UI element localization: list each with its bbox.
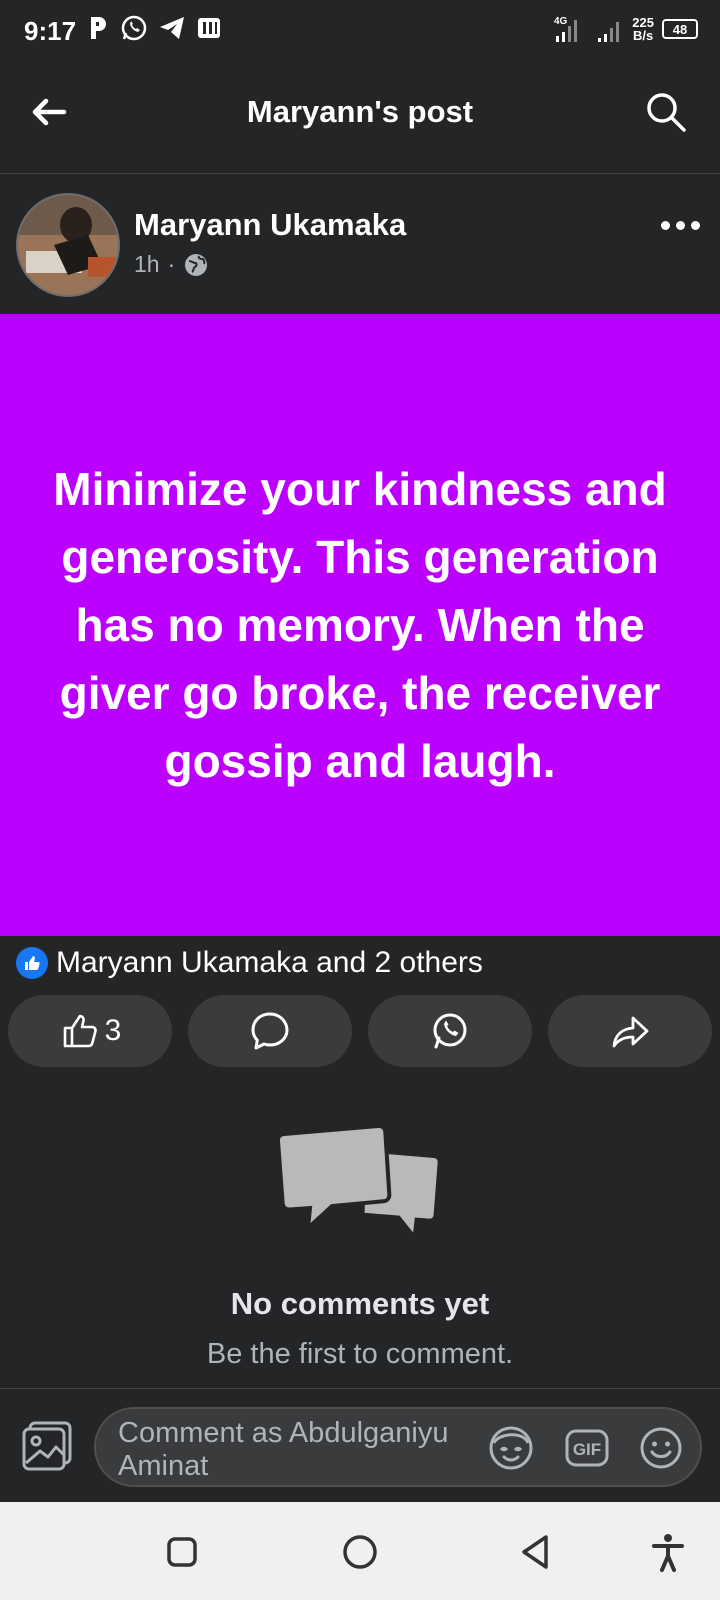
back-nav-icon[interactable] bbox=[514, 1530, 558, 1574]
meta-separator: · bbox=[167, 251, 176, 277]
post-content-card: Minimize your kindness and generosity. T… bbox=[0, 314, 720, 936]
post-actions: 3 bbox=[8, 995, 712, 1067]
system-status-icons: 4G 225 B/s 48 bbox=[554, 14, 698, 44]
search-icon[interactable] bbox=[642, 88, 690, 136]
battery-indicator: 48 bbox=[662, 19, 698, 39]
comment-composer: Comment as Abdulganiyu Aminat GIF bbox=[0, 1388, 720, 1502]
like-reaction-icon bbox=[16, 947, 48, 979]
author-name[interactable]: Maryann Ukamaka bbox=[134, 207, 406, 243]
notification-icons bbox=[88, 14, 222, 42]
reactions-summary[interactable]: Maryann Ukamaka and 2 others bbox=[16, 946, 483, 980]
photo-icon[interactable] bbox=[20, 1417, 76, 1473]
gif-icon[interactable]: GIF bbox=[564, 1428, 610, 1468]
comment-button[interactable] bbox=[188, 995, 352, 1067]
signal-icon bbox=[598, 22, 620, 42]
app-header: Maryann's post bbox=[0, 62, 720, 174]
thumbs-up-icon bbox=[63, 1014, 97, 1048]
composer-icons: GIF bbox=[486, 1423, 684, 1473]
comment-bubble-icon bbox=[251, 1012, 289, 1050]
recent-apps-icon[interactable] bbox=[160, 1530, 204, 1574]
comments-illustration-icon bbox=[275, 1123, 442, 1240]
share-arrow-icon bbox=[612, 1016, 649, 1048]
home-icon[interactable] bbox=[338, 1530, 382, 1574]
gif-label: GIF bbox=[573, 1440, 601, 1459]
reactions-text: Maryann Ukamaka and 2 others bbox=[56, 946, 483, 979]
empty-comments-title: No comments yet bbox=[230, 1286, 490, 1321]
like-button[interactable]: 3 bbox=[8, 995, 172, 1067]
signal-4g-icon: 4G bbox=[554, 16, 578, 42]
post-meta: 1h · bbox=[134, 251, 209, 278]
whatsapp-notification-icon bbox=[121, 15, 147, 41]
share-button[interactable] bbox=[548, 995, 712, 1067]
post-text: Minimize your kindness and generosity. T… bbox=[53, 463, 667, 787]
parking-app-icon bbox=[91, 17, 106, 39]
empty-comments-subtitle: Be the first to comment. bbox=[206, 1338, 514, 1368]
comment-input[interactable]: Comment as Abdulganiyu Aminat GIF bbox=[94, 1407, 702, 1487]
page-title: Maryann's post bbox=[246, 94, 474, 129]
globe-icon[interactable] bbox=[183, 252, 209, 278]
more-options-button[interactable] bbox=[652, 205, 708, 245]
telegram-icon bbox=[160, 17, 184, 39]
whatsapp-icon bbox=[433, 1013, 467, 1049]
svg-text:4G: 4G bbox=[554, 16, 568, 27]
app-notification-icon bbox=[198, 18, 220, 38]
empty-comments-state: No comments yet Be the first to comment. bbox=[0, 1120, 720, 1368]
like-count: 3 bbox=[104, 1014, 122, 1047]
status-bar: 9:17 4G 225 B/s 48 bbox=[0, 0, 720, 62]
system-navigation-bar bbox=[0, 1502, 720, 1600]
emoji-icon[interactable] bbox=[638, 1425, 684, 1471]
status-time: 9:17 bbox=[24, 16, 77, 46]
network-speed: 225 B/s bbox=[632, 15, 654, 43]
accessibility-icon[interactable] bbox=[646, 1530, 690, 1574]
avatar-sticker-icon[interactable] bbox=[486, 1423, 536, 1473]
avatar[interactable] bbox=[16, 193, 120, 297]
whatsapp-share-button[interactable] bbox=[368, 995, 532, 1067]
post-time: 1h bbox=[134, 251, 160, 277]
post-header: Maryann Ukamaka 1h · bbox=[0, 175, 720, 313]
comment-placeholder: Comment as Abdulganiyu Aminat bbox=[118, 1417, 449, 1482]
